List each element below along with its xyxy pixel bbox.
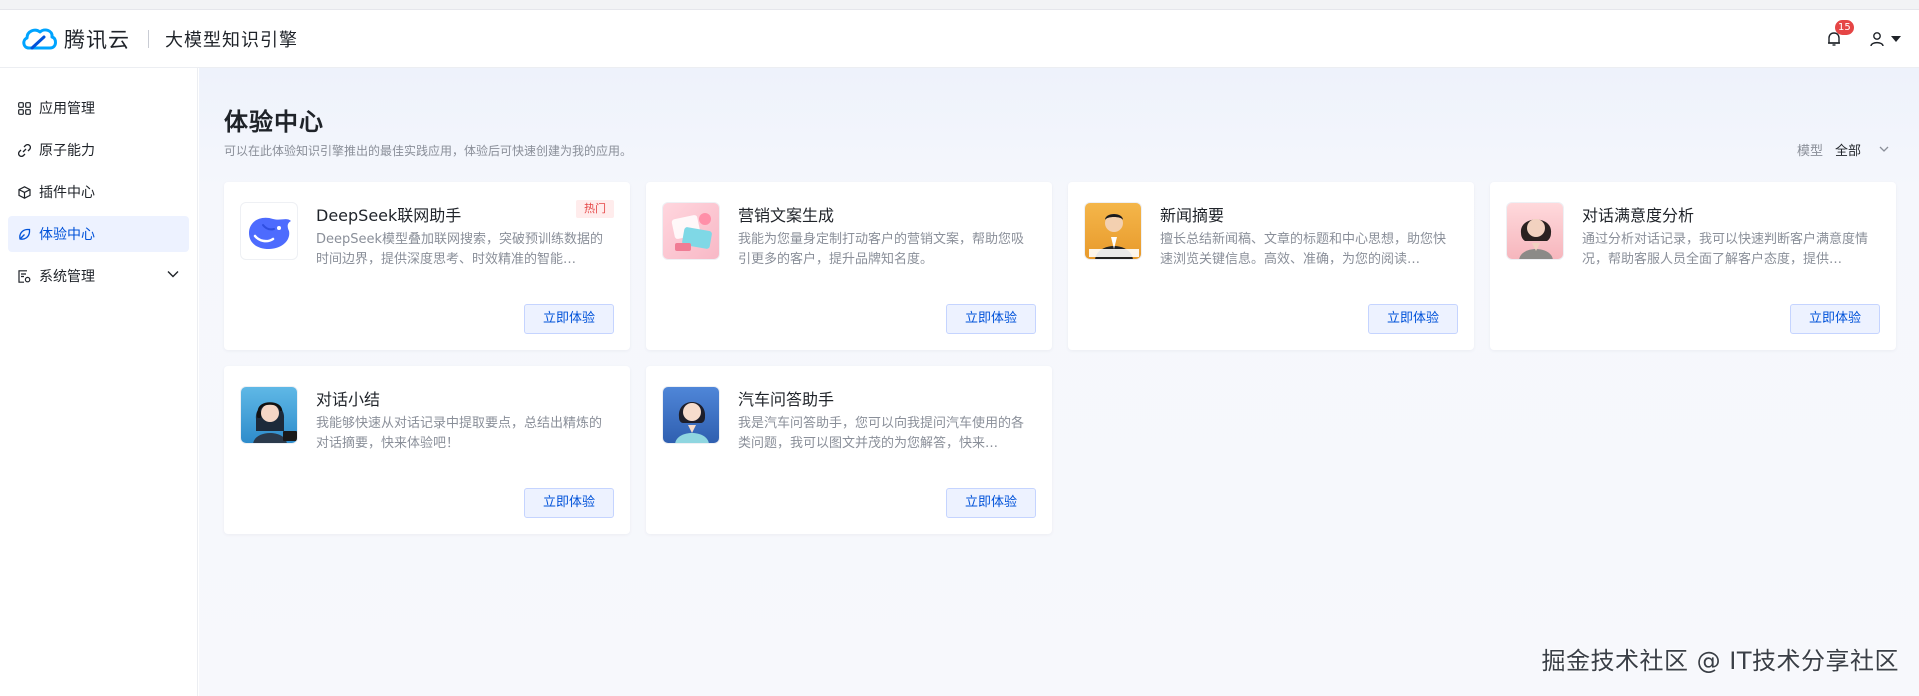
experience-icon bbox=[17, 227, 31, 241]
card-title: 汽车问答助手 bbox=[738, 390, 835, 409]
page-subtitle: 可以在此体验知识引擎推出的最佳实践应用，体验后可快速创建为我的应用。 bbox=[224, 144, 633, 158]
sidebar-item-label: 插件中心 bbox=[39, 185, 95, 201]
try-now-button[interactable]: 立即体验 bbox=[524, 304, 614, 334]
page-title: 体验中心 bbox=[224, 108, 324, 136]
brand-name: 腾讯云 bbox=[64, 27, 130, 52]
sidebar-item-experience-center[interactable]: 体验中心 bbox=[8, 216, 189, 252]
notification-button[interactable]: 15 bbox=[1823, 20, 1854, 50]
top-header: 腾讯云 大模型知识引擎 15 bbox=[0, 10, 1919, 68]
card-description: 我是汽车问答助手，您可以向我提问汽车使用的各类问题，我可以图文并茂的为您解答，快… bbox=[738, 416, 1025, 451]
try-now-button[interactable]: 立即体验 bbox=[1790, 304, 1880, 334]
brand[interactable]: 腾讯云 bbox=[20, 24, 130, 54]
try-now-button[interactable]: 立即体验 bbox=[946, 488, 1036, 518]
card-description: 我能为您量身定制打动客户的营销文案，帮助您吸引更多的客户，提升品牌知名度。 bbox=[738, 232, 1025, 267]
card-title: 新闻摘要 bbox=[1160, 206, 1225, 225]
settings-doc-icon bbox=[17, 269, 31, 283]
cube-icon bbox=[17, 185, 31, 199]
user-icon bbox=[1870, 32, 1884, 47]
try-now-button[interactable]: 立即体验 bbox=[946, 304, 1036, 334]
sidebar-item-atomic-capability[interactable]: 原子能力 bbox=[8, 132, 189, 168]
cloud-logo-icon bbox=[22, 27, 57, 49]
user-menu[interactable] bbox=[1869, 31, 1901, 47]
main-content: 体验中心 可以在此体验知识引擎推出的最佳实践应用，体验后可快速创建为我的应用。 … bbox=[199, 68, 1919, 696]
card-title: DeepSeek联网助手 bbox=[316, 206, 462, 225]
app-card-car-qa[interactable]: 汽车问答助手 我是汽车问答助手，您可以向我提问汽车使用的各类问题，我可以图文并茂… bbox=[646, 366, 1052, 534]
try-now-button[interactable]: 立即体验 bbox=[524, 488, 614, 518]
card-description: 我能够快速从对话记录中提取要点，总结出精炼的对话摘要，快来体验吧！ bbox=[316, 416, 603, 451]
filter-label: 模型 bbox=[1796, 144, 1823, 159]
card-description: DeepSeek模型叠加联网搜索，突破预训练数据的时间边界，提供深度思考、时效精… bbox=[316, 232, 604, 267]
news-avatar bbox=[1084, 202, 1142, 260]
try-now-button[interactable]: 立即体验 bbox=[1368, 304, 1458, 334]
sidebar-item-label: 原子能力 bbox=[39, 143, 95, 159]
chevron-down-icon bbox=[167, 271, 179, 278]
marketing-avatar bbox=[662, 202, 720, 260]
model-filter[interactable]: 模型 全部 bbox=[1797, 140, 1889, 159]
chevron-down-icon[interactable] bbox=[1879, 146, 1889, 153]
satisfaction-avatar bbox=[1506, 202, 1564, 260]
card-description: 通过分析对话记录，我可以快速判断客户满意度情况，帮助客服人员全面了解客户态度，提… bbox=[1582, 232, 1869, 267]
sidebar-item-label: 系统管理 bbox=[39, 269, 95, 285]
card-title: 营销文案生成 bbox=[738, 206, 835, 225]
conversation-summary-avatar bbox=[240, 386, 298, 444]
link-icon bbox=[17, 143, 31, 157]
sidebar-item-label: 应用管理 bbox=[39, 101, 95, 117]
header-actions: 15 bbox=[1823, 10, 1901, 68]
app-card-conversation-summary[interactable]: 对话小结 我能够快速从对话记录中提取要点，总结出精炼的对话摘要，快来体验吧！ 立… bbox=[224, 366, 630, 534]
hot-tag: 热门 bbox=[576, 200, 614, 218]
sidebar-item-app-management[interactable]: 应用管理 bbox=[8, 90, 189, 126]
filter-select-value[interactable]: 全部 bbox=[1835, 140, 1861, 159]
app-card-satisfaction-analysis[interactable]: 对话满意度分析 通过分析对话记录，我可以快速判断客户满意度情况，帮助客服人员全面… bbox=[1490, 182, 1896, 350]
sidebar: 应用管理 原子能力 插件中心 体验中心 系统管理 bbox=[0, 68, 198, 696]
app-card-news-summary[interactable]: 新闻摘要 擅长总结新闻稿、文章的标题和中心思想，助您快速浏览关键信息。高效、准确… bbox=[1068, 182, 1474, 350]
app-card-marketing-copy[interactable]: 营销文案生成 我能为您量身定制打动客户的营销文案，帮助您吸引更多的客户，提升品牌… bbox=[646, 182, 1052, 350]
caret-down-icon bbox=[1891, 36, 1901, 42]
app-card-deepseek[interactable]: DeepSeek联网助手 热门 DeepSeek模型叠加联网搜索，突破预训练数据… bbox=[224, 182, 630, 350]
card-title: 对话小结 bbox=[316, 390, 381, 409]
notification-badge: 15 bbox=[1835, 20, 1854, 35]
sidebar-item-plugin-center[interactable]: 插件中心 bbox=[8, 174, 189, 210]
car-qa-avatar bbox=[662, 386, 720, 444]
product-name: 大模型知识引擎 bbox=[165, 29, 298, 51]
watermark-text: 掘金技术社区 @ IT技术分享社区 bbox=[1541, 647, 1899, 675]
header-divider bbox=[148, 29, 149, 48]
card-title: 对话满意度分析 bbox=[1582, 206, 1695, 225]
browser-top-strip bbox=[0, 0, 1919, 10]
grid-icon bbox=[17, 101, 31, 115]
card-description: 擅长总结新闻稿、文章的标题和中心思想，助您快速浏览关键信息。高效、准确，为您的阅… bbox=[1160, 232, 1447, 267]
sidebar-item-label: 体验中心 bbox=[39, 227, 95, 243]
sidebar-item-system-management[interactable]: 系统管理 bbox=[8, 258, 189, 294]
deepseek-avatar bbox=[240, 202, 298, 260]
